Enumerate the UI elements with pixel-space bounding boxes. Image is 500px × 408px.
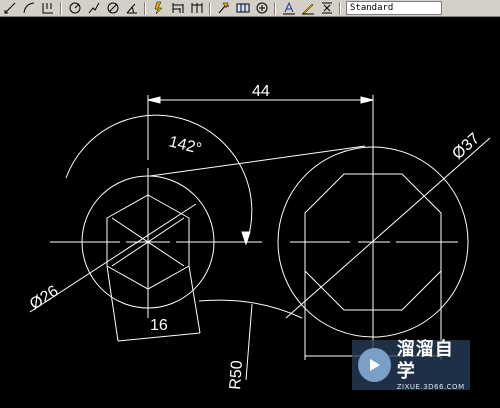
toolbar-separator — [339, 1, 341, 15]
dimension-text-edit-icon[interactable] — [300, 1, 315, 16]
dim-dia37-text: Ø37 — [449, 130, 483, 163]
dim-dia26-text: Ø26 — [27, 283, 62, 314]
dimension-angular-icon[interactable] — [124, 1, 139, 16]
watermark-logo: 溜溜自学 ZIXUE.3D66.COM — [352, 339, 470, 391]
continue-dimension-icon[interactable] — [189, 1, 204, 16]
watermark-url: ZIXUE.3D66.COM — [396, 383, 465, 391]
dim-44-text: 44 — [252, 83, 270, 100]
dimension-diameter-icon[interactable] — [105, 1, 120, 16]
center-lines — [50, 132, 458, 352]
dimension-ordinate-icon[interactable] — [40, 1, 55, 16]
dimension-linear-icon[interactable] — [2, 1, 17, 16]
baseline-dimension-icon[interactable] — [170, 1, 185, 16]
play-icon — [358, 348, 391, 382]
dimension-jogged-icon[interactable] — [86, 1, 101, 16]
angle-142-arc — [65, 114, 253, 245]
dim-r50-text: R50 — [227, 360, 246, 391]
tolerance-icon[interactable] — [235, 1, 250, 16]
dim-angle-text: 142° — [167, 133, 203, 158]
dimension-update-icon[interactable] — [319, 1, 334, 16]
quick-dimension-icon[interactable] — [151, 1, 166, 16]
toolbar-separator — [144, 1, 146, 15]
dimension-toolbar: Standard — [0, 0, 500, 17]
toolbar-separator — [209, 1, 211, 15]
toolbar-separator — [60, 1, 62, 15]
toolbar-separator — [274, 1, 276, 15]
dimension-style-select[interactable]: Standard — [346, 1, 442, 15]
watermark-name: 溜溜自学 — [396, 339, 454, 382]
dimension-edit-icon[interactable] — [281, 1, 296, 16]
lower-r50-arc — [198, 299, 303, 319]
dimension-radius-icon[interactable] — [67, 1, 82, 16]
dimension-arc-icon[interactable] — [21, 1, 36, 16]
dim-16-text: 16 — [150, 317, 168, 334]
quick-leader-icon[interactable] — [216, 1, 231, 16]
center-mark-icon[interactable] — [254, 1, 269, 16]
r50-leader — [245, 303, 253, 381]
dim-16-line — [117, 332, 201, 342]
